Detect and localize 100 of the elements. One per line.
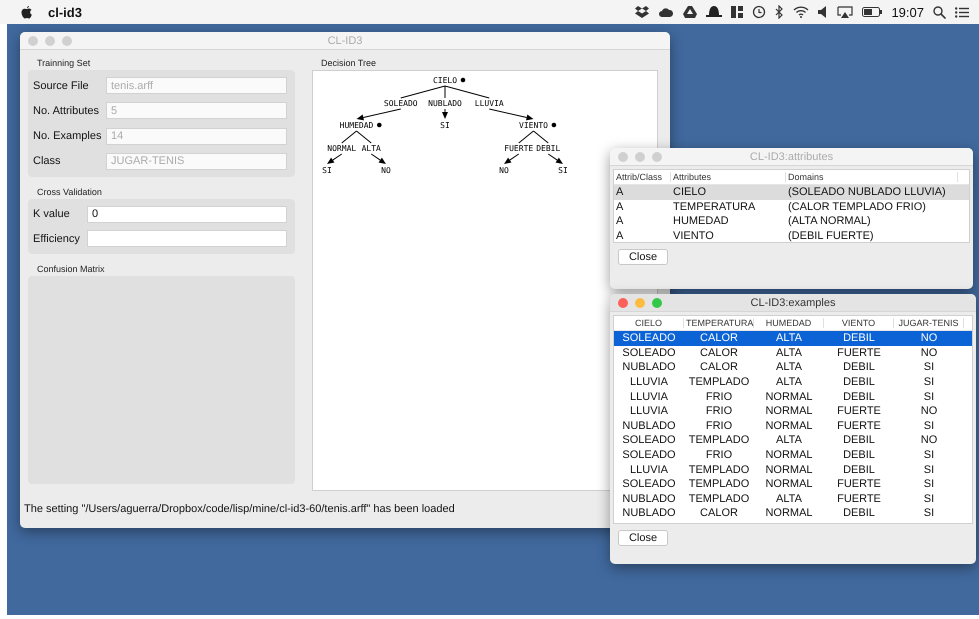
branch-arrow (488, 108, 534, 120)
wifi-icon[interactable] (793, 6, 810, 18)
table-row[interactable]: LLUVIA TEMPLADO NORMAL DEBIL SI (614, 462, 972, 477)
node-label: HUMEDAD (340, 121, 374, 130)
branch-arrow (548, 154, 563, 164)
table-row[interactable]: LLUVIA TEMPLADO ALTA DEBIL SI (614, 374, 972, 390)
table-cell-text: (SOLEADO NUBLADO LLUVIA) (787, 186, 947, 198)
branch-label: ALTA (362, 144, 381, 153)
table-row[interactable]: SOLEADO TEMPLADO NORMAL FUERTE SI (614, 476, 972, 492)
table-cell-text: (CALOR TEMPLADO FRIO) (787, 200, 927, 213)
node-label: VIENTO (519, 121, 548, 130)
table-row[interactable]: NUBLADO FRIO NORMAL FUERTE SI (614, 418, 972, 434)
table-row[interactable]: SOLEADO FRIO NORMAL DEBIL SI (614, 448, 972, 462)
table-cell-text: CALOR (699, 361, 739, 374)
connector-line (518, 130, 534, 144)
table-cell-text: NO (920, 332, 938, 344)
table-row[interactable]: SOLEADO CALOR ALTA DEBIL NO (614, 331, 972, 346)
column-header[interactable]: HUMEDAD (754, 318, 824, 328)
table-cell-text: A (615, 186, 624, 198)
bluetooth-icon[interactable] (775, 5, 784, 19)
table-cell-text: (ALTA NORMAL) (787, 215, 872, 228)
table-cell-text: FRIO (704, 449, 734, 462)
group-title: Cross Validation (37, 187, 103, 199)
display-icon[interactable] (837, 6, 854, 18)
column-header[interactable]: CIELO (614, 318, 684, 328)
table-cell-text: NORMAL (764, 464, 814, 476)
table-row[interactable]: NUBLADO CALOR ALTA DEBIL SI (614, 360, 972, 375)
close-button[interactable]: Close (618, 249, 668, 265)
table-cell-text: NUBLADO (621, 507, 677, 520)
table-cell-text: FRIO (704, 420, 734, 432)
table-cell-text: HUMEDAD (672, 215, 730, 228)
column-header[interactable]: JUGAR-TENIS (894, 318, 964, 328)
app-name[interactable]: cl-id3 (48, 4, 82, 20)
table-cell-text: DEBIL (842, 449, 876, 462)
table-cell-text: (DEBIL FUERTE) (787, 230, 875, 242)
table-cell-text: NORMAL (764, 478, 814, 490)
group-title: Confusion Matrix (37, 264, 106, 276)
node-label: SI (440, 121, 450, 130)
table-row[interactable]: NUBLADO CALOR NORMAL DEBIL SI (614, 506, 972, 521)
field-label: No. Examples (33, 130, 102, 142)
window-title: CL-ID3:attributes (750, 150, 834, 162)
table-row[interactable]: SOLEADO CALOR ALTA FUERTE NO (614, 346, 972, 360)
table-cell-text: NORMAL (764, 390, 814, 403)
node-label: NO (499, 166, 509, 175)
table-cell-text: SI (922, 492, 936, 505)
node-dot-icon (460, 78, 466, 82)
grid-icon[interactable] (731, 6, 744, 18)
cloud-icon[interactable] (658, 7, 674, 17)
table-cell-text: NUBLADO (621, 361, 677, 374)
table-row[interactable]: SOLEADO TEMPLADO ALTA DEBIL NO (614, 433, 972, 448)
column-header[interactable]: Domains (786, 172, 958, 182)
field-label: No. Attributes (33, 104, 100, 117)
input-field[interactable] (87, 230, 287, 248)
table-row[interactable]: LLUVIA FRIO NORMAL FUERTE NO (614, 404, 972, 419)
table-cell-text: SI (922, 507, 936, 520)
branch-label: NORMAL (327, 144, 356, 153)
table-cell-text: TEMPLADO (688, 478, 750, 490)
node-label: NO (381, 166, 391, 175)
branch-arrow (356, 108, 402, 120)
table-cell-text: A (615, 230, 624, 242)
triangle-icon[interactable] (683, 6, 698, 18)
column-header[interactable]: VIENTO (824, 318, 894, 328)
input-field[interactable]: 0 (87, 206, 287, 223)
field-label: Class (33, 155, 62, 168)
close-button[interactable]: Close (618, 530, 668, 546)
table-cell-text: DEBIL (842, 390, 876, 403)
apple-icon[interactable] (20, 5, 33, 19)
clock-icon[interactable] (752, 5, 766, 19)
branch-arrow (327, 154, 342, 164)
table-cell-text: A (615, 215, 624, 228)
table-cell-text: DEBIL (842, 361, 876, 374)
table-cell-text: FUERTE (836, 405, 882, 418)
window-title: CL-ID3 (328, 34, 362, 46)
table-cell-text: CIELO (672, 186, 708, 198)
table-cell-text: LLUVIA (629, 464, 669, 476)
branch-label: SOLEADO (384, 99, 418, 108)
table-cell-text: NO (920, 346, 938, 359)
table-cell-text: NORMAL (764, 405, 814, 418)
table-cell-text: TEMPLADO (688, 376, 750, 388)
table-cell-text: SI (922, 361, 936, 374)
table-cell-text: NO (920, 434, 938, 446)
box-icon[interactable] (635, 6, 650, 18)
battery-icon[interactable] (862, 7, 882, 17)
column-header[interactable]: TEMPERATURA (684, 318, 754, 328)
table-row[interactable]: LLUVIA FRIO NORMAL DEBIL SI (614, 389, 972, 404)
table-cell-text: DEBIL (842, 507, 876, 520)
node-dot-icon (552, 122, 556, 128)
column-header[interactable]: Attributes (671, 172, 786, 182)
table-cell-text: SOLEADO (621, 332, 677, 344)
node-label: SI (322, 166, 332, 175)
clock-text[interactable]: 19:07 (891, 4, 924, 20)
speaker-icon[interactable] (818, 6, 828, 18)
group-title: Decision Tree (321, 58, 378, 70)
branch-arrow (504, 154, 520, 164)
search-icon[interactable] (933, 6, 946, 18)
connector-line (341, 130, 357, 144)
column-header[interactable]: Attrib/Class (614, 172, 671, 182)
table-row[interactable]: NUBLADO TEMPLADO ALTA FUERTE SI (614, 492, 972, 506)
hat-icon[interactable] (706, 6, 722, 18)
list-icon[interactable] (955, 6, 969, 18)
